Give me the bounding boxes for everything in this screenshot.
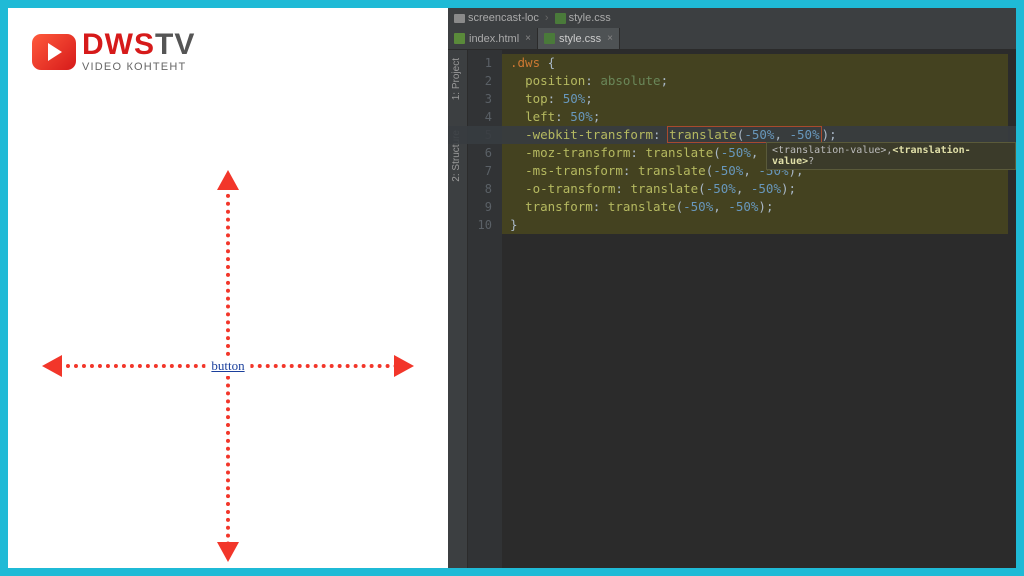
- code-line: -o-transform: translate(-50%, -50%);: [502, 180, 1016, 198]
- play-icon: [32, 34, 76, 70]
- css-file-icon: [544, 33, 555, 44]
- parameter-hint-tooltip: <translation-value>,<translation-value>?: [766, 142, 1016, 170]
- breadcrumb-file[interactable]: style.css: [555, 12, 611, 24]
- code-line: transform: translate(-50%, -50%);: [502, 198, 1016, 216]
- breadcrumb: screencast-loc › style.css: [448, 8, 1016, 28]
- tab-label: style.css: [559, 33, 601, 45]
- chevron-right-icon: ›: [545, 12, 549, 24]
- code-line: top: 50%;: [502, 90, 1016, 108]
- tab-index-html[interactable]: index.html ×: [448, 28, 538, 49]
- code-line: .dws {: [502, 54, 1016, 72]
- html-file-icon: [454, 33, 465, 44]
- logo: DWSTV VIDEO КОНТЕНТ: [32, 30, 195, 73]
- tab-style-css[interactable]: style.css ×: [538, 28, 620, 49]
- breadcrumb-folder-label: screencast-loc: [468, 12, 539, 24]
- arrow-right-icon: [394, 355, 414, 377]
- code-line: position: absolute;: [502, 72, 1016, 90]
- line-number: 7: [468, 162, 502, 180]
- css-file-icon: [555, 13, 566, 24]
- arrow-left-icon: [42, 355, 62, 377]
- logo-title-grey: TV: [155, 28, 195, 61]
- folder-icon: [454, 14, 465, 23]
- line-number: 1: [468, 54, 502, 72]
- arrow-down-icon: [217, 542, 239, 562]
- logo-title-red: DWS: [82, 28, 155, 61]
- close-icon[interactable]: ×: [607, 33, 613, 44]
- line-number: 2: [468, 72, 502, 90]
- editor-panel: screencast-loc › style.css index.html × …: [448, 8, 1016, 568]
- preview-panel: DWSTV VIDEO КОНТЕНТ button: [8, 8, 448, 568]
- tool-project[interactable]: 1: Project: [451, 58, 462, 100]
- line-number: 10: [468, 216, 502, 234]
- editor-tabs: index.html × style.css ×: [448, 28, 1016, 50]
- code-line: }: [502, 216, 1016, 234]
- center-button-link[interactable]: button: [205, 356, 250, 376]
- close-icon[interactable]: ×: [525, 33, 531, 44]
- line-number: 4: [468, 108, 502, 126]
- code-area[interactable]: .dws { position: absolute; top: 50%; lef…: [502, 50, 1016, 568]
- line-number: 3: [468, 90, 502, 108]
- line-number: 9: [468, 198, 502, 216]
- line-number: 8: [468, 180, 502, 198]
- tab-label: index.html: [469, 33, 519, 45]
- breadcrumb-folder[interactable]: screencast-loc: [454, 12, 539, 24]
- arrow-up-icon: [217, 170, 239, 190]
- logo-subtitle: VIDEO КОНТЕНТ: [82, 62, 195, 73]
- breadcrumb-file-label: style.css: [569, 12, 611, 24]
- demo-area: button: [8, 148, 448, 568]
- code-line: left: 50%;: [502, 108, 1016, 126]
- line-number: 6: [468, 144, 502, 162]
